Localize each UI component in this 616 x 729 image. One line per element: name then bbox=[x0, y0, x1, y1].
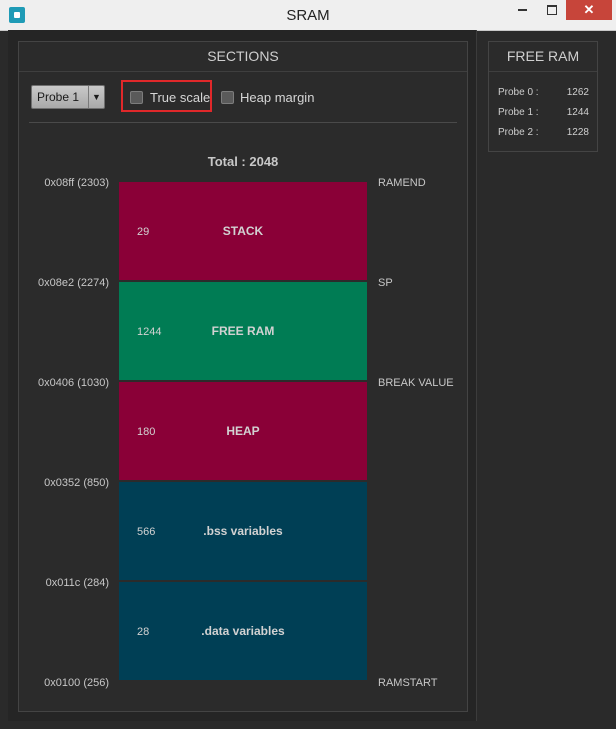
probe-value: 1262 bbox=[566, 87, 589, 98]
address-label: 0x08ff (2303) bbox=[44, 177, 109, 189]
minimize-icon bbox=[517, 9, 527, 11]
minimize-button[interactable] bbox=[508, 0, 536, 20]
block-name: .data variables bbox=[201, 624, 285, 638]
probe-value: 1228 bbox=[566, 127, 589, 138]
address-label: 0x08e2 (2274) bbox=[38, 277, 109, 289]
address-label: 0x0352 (850) bbox=[44, 477, 109, 489]
ramstart-label: RAMSTART bbox=[378, 677, 438, 689]
break-value-label: BREAK VALUE bbox=[378, 377, 454, 389]
ramend-label: RAMEND bbox=[378, 177, 426, 189]
true-scale-checkbox[interactable] bbox=[130, 91, 143, 104]
heap-block: 180 HEAP bbox=[119, 382, 367, 480]
total-label: Total : 2048 bbox=[207, 154, 279, 169]
title-bar: SRAM ✕ bbox=[0, 0, 616, 31]
close-icon: ✕ bbox=[583, 2, 595, 17]
maximize-button[interactable] bbox=[538, 0, 566, 20]
probe-label: Probe 1 : bbox=[498, 107, 539, 118]
probe-label: Probe 2 : bbox=[498, 127, 539, 138]
divider bbox=[29, 122, 457, 123]
free-ram-block: 1244 FREE RAM bbox=[119, 282, 367, 380]
heap-margin-label[interactable]: Heap margin bbox=[240, 90, 314, 105]
free-ram-row: Probe 1 : 1244 bbox=[498, 107, 589, 118]
heap-margin-checkbox[interactable] bbox=[221, 91, 234, 104]
maximize-icon bbox=[547, 5, 557, 15]
probe-select-value: Probe 1 bbox=[37, 90, 80, 104]
probe-select[interactable]: Probe 1 ▼ bbox=[31, 85, 105, 109]
sections-panel: SECTIONS Probe 1 ▼ True scale Heap margi… bbox=[18, 41, 468, 712]
close-button[interactable]: ✕ bbox=[566, 0, 612, 20]
probe-value: 1244 bbox=[566, 107, 589, 118]
block-name: FREE RAM bbox=[211, 324, 275, 338]
block-name: STACK bbox=[222, 224, 264, 238]
sp-label: SP bbox=[378, 277, 393, 289]
true-scale-label[interactable]: True scale bbox=[150, 90, 210, 105]
free-ram-panel: FREE RAM Probe 0 : 1262 Probe 1 : 1244 P… bbox=[488, 41, 598, 152]
address-label: 0x0406 (1030) bbox=[38, 377, 109, 389]
data-block: 28 .data variables bbox=[119, 582, 367, 680]
chevron-down-icon: ▼ bbox=[88, 86, 104, 108]
free-ram-row: Probe 2 : 1228 bbox=[498, 127, 589, 138]
address-label: 0x011c (284) bbox=[45, 577, 109, 589]
bss-block: 566 .bss variables bbox=[119, 482, 367, 580]
block-name: .bss variables bbox=[203, 524, 283, 538]
probe-label: Probe 0 : bbox=[498, 87, 539, 98]
stack-block: 29 STACK bbox=[119, 182, 367, 280]
free-ram-row: Probe 0 : 1262 bbox=[498, 87, 589, 98]
sections-header: SECTIONS bbox=[19, 42, 467, 72]
address-label: 0x0100 (256) bbox=[44, 677, 109, 689]
block-name: HEAP bbox=[226, 424, 260, 438]
free-ram-header: FREE RAM bbox=[489, 42, 597, 72]
